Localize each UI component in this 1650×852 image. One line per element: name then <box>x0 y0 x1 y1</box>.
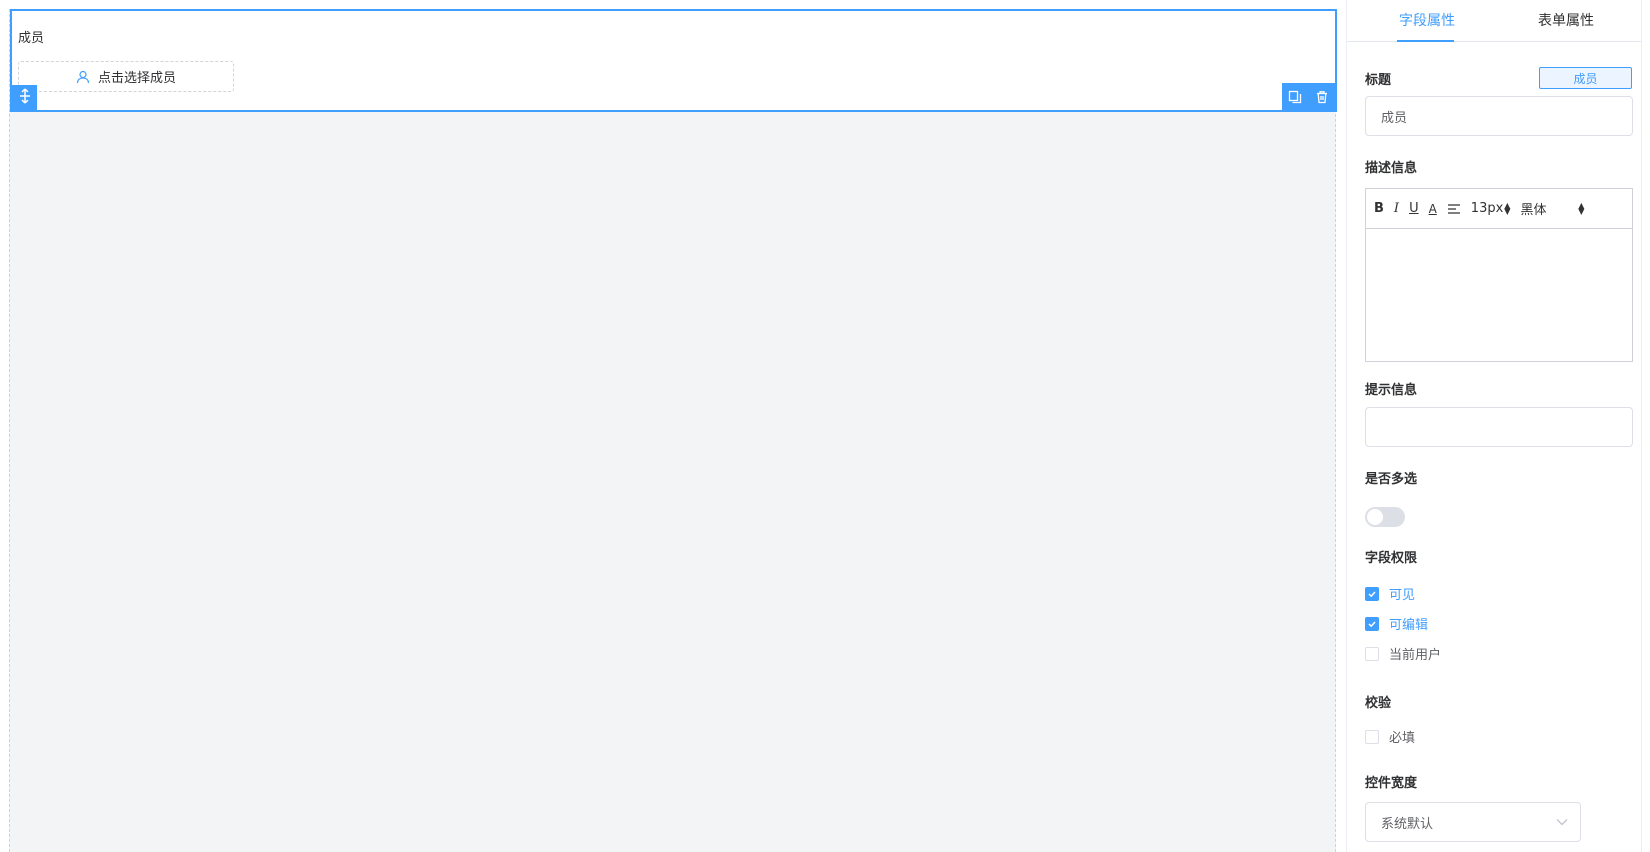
validation-section-label: 校验 <box>1365 696 1392 711</box>
tab-active-indicator <box>1397 40 1454 42</box>
drag-handle[interactable] <box>12 85 37 110</box>
member-field-card[interactable]: 成员 点击选择成员 <box>10 9 1337 112</box>
delete-icon[interactable] <box>1315 90 1329 104</box>
width-select-value: 系统默认 <box>1381 816 1434 832</box>
user-icon <box>76 70 90 84</box>
field-card-actions <box>1282 83 1335 110</box>
editor-toolbar: B I U A 13px ▲ ▼ 黑体 ▲ ▼ <box>1366 189 1632 229</box>
panel-tabs: 字段属性 表单属性 <box>1347 0 1650 42</box>
chevron-down-icon <box>1556 815 1568 830</box>
description-editor[interactable]: B I U A 13px ▲ ▼ 黑体 ▲ ▼ <box>1365 188 1633 362</box>
permission-section-label: 字段权限 <box>1365 551 1418 566</box>
member-picker-label: 点击选择成员 <box>97 71 176 86</box>
italic-button[interactable]: I <box>1394 201 1399 216</box>
title-input[interactable]: 成员 <box>1365 96 1633 136</box>
panel-scrollbar[interactable] <box>1641 0 1650 852</box>
multi-select-toggle[interactable] <box>1365 507 1405 527</box>
property-panel: 字段属性 表单属性 标题 成员 成员 描述信息 B I U A 13px ▲ ▼ … <box>1346 0 1650 852</box>
align-icon[interactable] <box>1447 203 1461 215</box>
hint-section-label: 提示信息 <box>1365 383 1418 398</box>
bold-button[interactable]: B <box>1374 201 1384 216</box>
checkbox-label: 当前用户 <box>1389 648 1442 663</box>
move-vertical-icon <box>18 87 32 108</box>
updown-icon: ▲ ▼ <box>1504 200 1511 216</box>
permission-visible-checkbox[interactable]: 可见 <box>1365 584 1415 603</box>
checkbox-label: 可见 <box>1389 588 1416 603</box>
member-picker-button[interactable]: 点击选择成员 <box>18 61 234 92</box>
font-size-select[interactable]: 13px ▲ ▼ <box>1471 201 1511 216</box>
tab-form-properties[interactable]: 表单属性 <box>1538 10 1594 30</box>
multi-select-label: 是否多选 <box>1365 472 1418 487</box>
checkbox-box <box>1365 616 1379 631</box>
copy-icon[interactable] <box>1288 90 1302 104</box>
checkbox-box <box>1365 586 1379 601</box>
updown-icon: ▲ ▼ <box>1578 200 1585 216</box>
font-family-value: 黑体 <box>1520 203 1547 218</box>
hint-input[interactable] <box>1365 407 1633 447</box>
tab-field-properties[interactable]: 字段属性 <box>1399 10 1455 30</box>
field-type-tag[interactable]: 成员 <box>1539 67 1632 89</box>
width-select[interactable]: 系统默认 <box>1365 802 1581 842</box>
font-family-select[interactable]: 黑体 ▲ ▼ <box>1520 199 1584 218</box>
checkbox-box <box>1365 646 1379 661</box>
checkbox-label: 必填 <box>1389 731 1416 746</box>
title-section-label: 标题 <box>1365 73 1392 88</box>
width-section-label: 控件宽度 <box>1365 776 1418 791</box>
checkbox-box <box>1365 729 1379 744</box>
required-checkbox[interactable]: 必填 <box>1365 727 1415 746</box>
form-canvas[interactable]: 成员 点击选择成员 <box>9 9 1337 852</box>
font-size-value: 13px <box>1470 201 1504 216</box>
underline-button[interactable]: U <box>1409 201 1419 216</box>
description-section-label: 描述信息 <box>1365 161 1418 176</box>
font-color-button[interactable]: A <box>1429 202 1437 216</box>
field-label: 成员 <box>18 31 45 46</box>
permission-current-user-checkbox[interactable]: 当前用户 <box>1365 644 1441 663</box>
checkbox-label: 可编辑 <box>1389 618 1429 633</box>
permission-editable-checkbox[interactable]: 可编辑 <box>1365 614 1428 633</box>
